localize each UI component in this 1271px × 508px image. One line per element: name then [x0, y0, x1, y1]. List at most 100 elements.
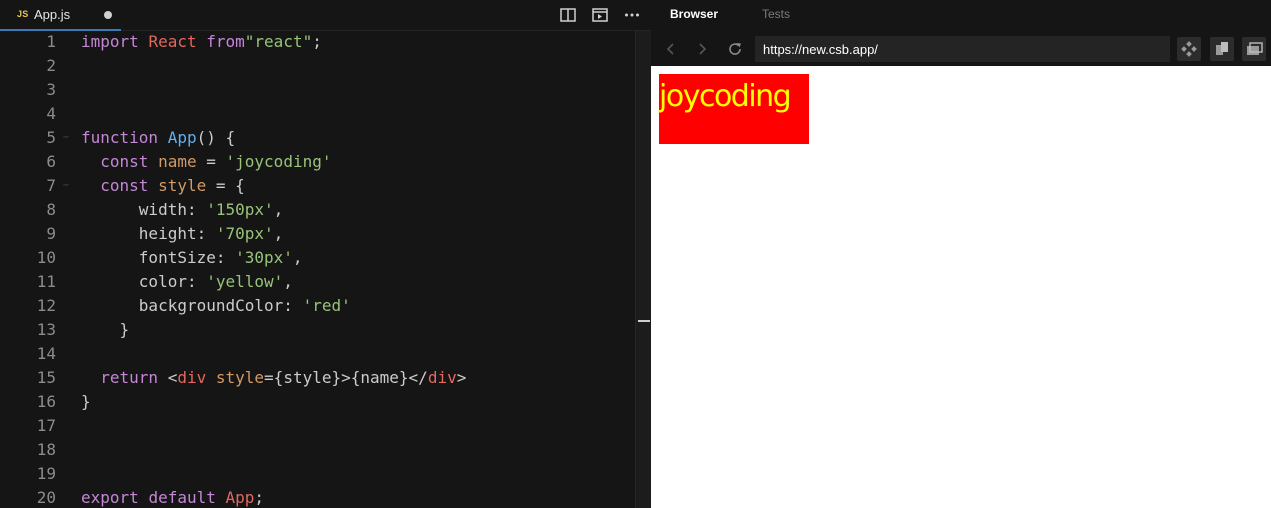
- code-token: color: [138, 272, 187, 291]
- code-line[interactable]: 14: [0, 342, 635, 366]
- code-token: import: [81, 32, 139, 51]
- code-line[interactable]: 12 backgroundColor: 'red': [0, 294, 635, 318]
- line-number: 13: [36, 320, 56, 339]
- code-line[interactable]: 4: [0, 102, 635, 126]
- code-line[interactable]: 5− function App() {: [0, 126, 635, 150]
- code-line[interactable]: 10 fontSize: '30px',: [0, 246, 635, 270]
- window-icon: [1247, 42, 1263, 55]
- code-text: return <div style={style}>{name}</div>: [81, 366, 466, 390]
- line-number: 4: [46, 104, 56, 123]
- code-line[interactable]: 20 export default App;: [0, 486, 635, 508]
- code-line[interactable]: 18: [0, 438, 635, 462]
- code-token: :: [215, 248, 236, 267]
- code-line[interactable]: 15 return <div style={style}>{name}</div…: [0, 366, 635, 390]
- code-token: const: [100, 152, 149, 171]
- code-token: backgroundColor: [138, 296, 284, 315]
- code-line[interactable]: 17: [0, 414, 635, 438]
- code-token: 'joycoding': [225, 152, 332, 171]
- fold-toggle-icon[interactable]: −: [63, 126, 69, 150]
- editor-tab-bar: JS App.js: [0, 0, 651, 31]
- js-file-icon: JS: [17, 9, 29, 19]
- code-line[interactable]: 2: [0, 54, 635, 78]
- code-token: =: [196, 152, 226, 171]
- tab-tests[interactable]: Tests: [762, 7, 790, 21]
- scrollbar-thumb[interactable]: [638, 320, 650, 322]
- code-token: width: [138, 200, 187, 219]
- code-token: height: [138, 224, 197, 243]
- line-number: 12: [36, 296, 56, 315]
- back-arrow-icon[interactable]: [662, 40, 680, 58]
- line-number: 9: [46, 224, 56, 243]
- tab-app-js[interactable]: JS App.js: [0, 0, 121, 31]
- code-text: function App() {: [81, 126, 235, 150]
- code-text: const style = {: [81, 174, 245, 198]
- line-number: 2: [46, 56, 56, 75]
- code-line[interactable]: 19: [0, 462, 635, 486]
- code-token: React: [148, 32, 197, 51]
- tab-file-name: App.js: [34, 7, 71, 22]
- code-line[interactable]: 8 width: '150px',: [0, 198, 635, 222]
- code-line[interactable]: 9 height: '70px',: [0, 222, 635, 246]
- devtools-button[interactable]: [1177, 37, 1201, 61]
- code-line[interactable]: 13 }: [0, 318, 635, 342]
- code-token: style: [215, 368, 265, 387]
- code-token: default: [148, 488, 216, 507]
- code-line[interactable]: 6 const name = 'joycoding': [0, 150, 635, 174]
- refresh-icon[interactable]: [726, 40, 744, 58]
- code-token: }: [81, 320, 130, 339]
- code-text: const name = 'joycoding': [81, 150, 331, 174]
- open-new-window-button[interactable]: [1210, 37, 1234, 61]
- code-token: div: [427, 368, 457, 387]
- preview-viewport: joycoding: [651, 66, 1271, 508]
- code-line[interactable]: 11 color: 'yellow',: [0, 270, 635, 294]
- code-token: from: [206, 32, 245, 51]
- code-area[interactable]: 1 import React from"react"; 2 3 4 5− function …: [0, 31, 635, 508]
- split-view-icon[interactable]: [559, 6, 577, 24]
- window-button[interactable]: [1242, 37, 1266, 61]
- unsaved-changes-dot[interactable]: [104, 11, 112, 19]
- code-token: ,: [273, 200, 284, 219]
- code-token: () {: [196, 128, 236, 147]
- browser-preview-pane: Browser Tests https://new.csb.app/ joyco…: [651, 0, 1271, 508]
- code-text: width: '150px',: [81, 198, 284, 222]
- line-number: 7: [46, 176, 56, 195]
- code-token: }: [81, 392, 91, 411]
- line-number: 16: [36, 392, 56, 411]
- forward-arrow-icon[interactable]: [693, 40, 711, 58]
- code-token: fontSize: [138, 248, 216, 267]
- preview-icon[interactable]: [591, 6, 609, 24]
- code-text: export default App;: [81, 486, 264, 508]
- code-token: :: [196, 224, 216, 243]
- line-number: 20: [36, 488, 56, 507]
- url-input[interactable]: [755, 36, 1170, 62]
- code-text: color: 'yellow',: [81, 270, 293, 294]
- rendered-styled-div: joycoding: [659, 74, 809, 144]
- line-number: 10: [36, 248, 56, 267]
- code-line[interactable]: 1 import React from"react";: [0, 30, 635, 54]
- devtools-icon: [1181, 41, 1197, 57]
- code-text: fontSize: '30px',: [81, 246, 303, 270]
- code-line[interactable]: 16}: [0, 390, 635, 414]
- code-editor: JS App.js 1 import React from"react"; 2 3 4 5…: [0, 0, 651, 508]
- code-token: style: [158, 176, 207, 195]
- editor-scrollbar[interactable]: [635, 31, 651, 508]
- fold-toggle-icon[interactable]: −: [63, 174, 69, 198]
- code-token: ={style}>{name}</: [264, 368, 428, 387]
- code-line[interactable]: 3: [0, 78, 635, 102]
- code-line[interactable]: 7− const style = {: [0, 174, 635, 198]
- line-number: 5: [46, 128, 56, 147]
- more-icon[interactable]: [623, 6, 641, 24]
- code-token: >: [456, 368, 467, 387]
- browser-tab-bar: Browser Tests: [651, 0, 1271, 32]
- tab-browser[interactable]: Browser: [670, 7, 718, 21]
